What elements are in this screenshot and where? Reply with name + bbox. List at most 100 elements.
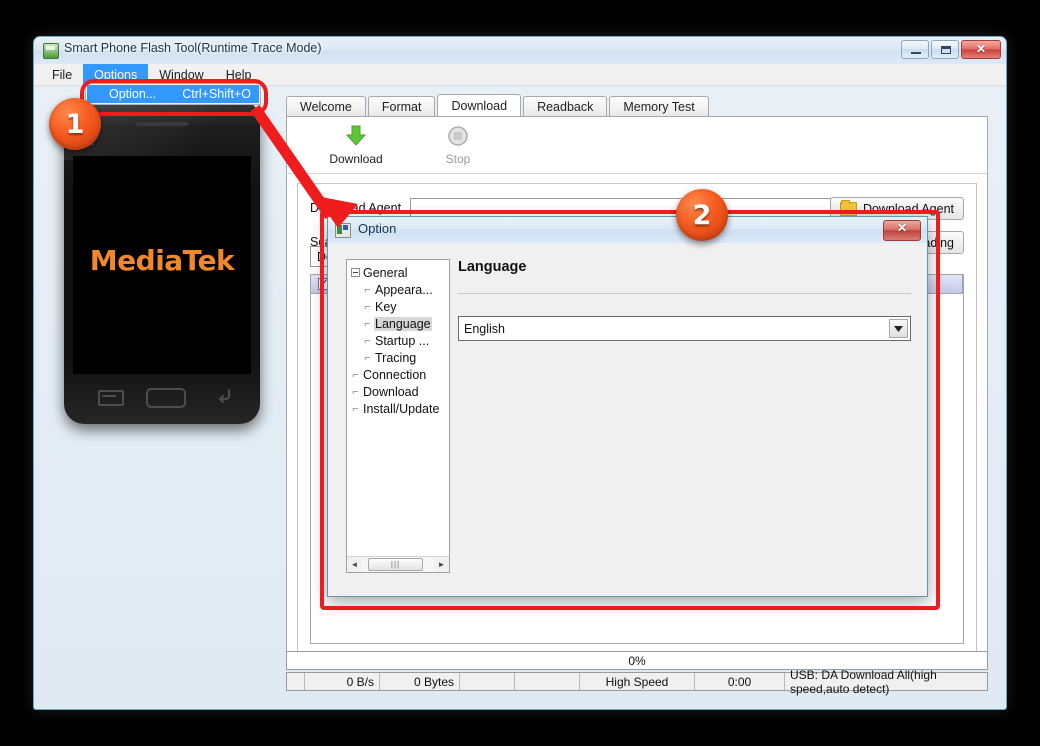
language-select-value: English <box>464 321 505 336</box>
tree-item-language[interactable]: ⌐ Language <box>349 315 449 332</box>
window-title: Smart Phone Flash Tool(Runtime Trace Mod… <box>64 41 322 55</box>
stop-button-label: Stop <box>445 152 471 166</box>
tree-item-key[interactable]: ⌐ Key <box>349 298 449 315</box>
tree-item-label: Connection <box>363 367 427 382</box>
stop-circle-icon <box>415 123 501 149</box>
progress-label: 0% <box>628 653 646 668</box>
window-titlebar: Smart Phone Flash Tool(Runtime Trace Mod… <box>34 37 1006 64</box>
tree-item-label: General <box>363 265 408 280</box>
tree-dash-icon: ⌐ <box>364 300 371 313</box>
tabstrip: Welcome Format Download Readback Memory … <box>286 94 711 117</box>
download-button[interactable]: Download <box>313 123 399 166</box>
tree-item-label: Key <box>375 299 397 314</box>
tree-item-label: Install/Update <box>363 401 440 416</box>
option-dialog-titlebar: Option ✕ <box>328 217 927 244</box>
download-arrow-icon <box>313 123 399 149</box>
download-agent-label: Download Agent <box>310 201 402 215</box>
annotation-badge-1: 1 <box>49 98 101 150</box>
menu-icon <box>98 390 124 406</box>
tree-item-download[interactable]: ⌐ Download <box>349 383 449 400</box>
app-icon <box>43 43 59 59</box>
tree-item-label: Tracing <box>375 350 417 365</box>
badge-number: 2 <box>692 199 712 231</box>
back-icon <box>216 386 234 404</box>
status-bar: 0% 0 B/s 0 Bytes High Speed 0:00 USB: DA… <box>286 651 988 696</box>
tree-dash-icon: ⌐ <box>352 385 359 398</box>
status-cell-bytes: 0 Bytes <box>380 673 460 690</box>
close-icon: ✕ <box>896 221 908 235</box>
phone-screen: MediaTek <box>73 156 251 374</box>
tree-item-startup[interactable]: ⌐ Startup ... <box>349 332 449 349</box>
stop-button[interactable]: Stop <box>415 123 501 166</box>
tree-item-label: Download <box>363 384 419 399</box>
window-controls: ✕ <box>901 40 1001 59</box>
tab-download[interactable]: Download <box>437 94 522 117</box>
close-icon: ✕ <box>975 42 987 56</box>
tree-item-general[interactable]: General <box>349 264 449 281</box>
menu-item-option-accelerator: Ctrl+Shift+O <box>182 87 251 101</box>
status-cell-4 <box>515 673 580 690</box>
tab-readback[interactable]: Readback <box>523 96 608 117</box>
tree-dash-icon: ⌐ <box>364 317 371 330</box>
scroll-right-icon[interactable]: ► <box>434 557 449 572</box>
maximize-icon <box>941 46 951 54</box>
status-cell-elapsed: 0:00 <box>695 673 785 690</box>
scroll-left-icon[interactable]: ◄ <box>347 557 362 572</box>
option-dialog-icon <box>335 223 351 238</box>
option-detail-pane: Language English <box>458 259 911 580</box>
tree-item-label: Appeara... <box>375 282 433 297</box>
screenshot-root: Smart Phone Flash Tool(Runtime Trace Mod… <box>0 0 1040 746</box>
menu-window[interactable]: Window <box>148 64 214 85</box>
options-menu-dropdown: Option... Ctrl+Shift+O <box>85 83 261 105</box>
tree-dash-icon: ⌐ <box>364 334 371 347</box>
home-icon <box>146 388 186 408</box>
chevron-down-icon[interactable] <box>889 319 908 338</box>
phone-preview-panel: BM MediaTek <box>52 94 267 484</box>
status-cell-mode: USB: DA Download All(high speed,auto det… <box>790 667 937 696</box>
option-dialog-close-button[interactable]: ✕ <box>883 220 921 241</box>
tree-dash-icon: ⌐ <box>364 351 371 364</box>
download-button-label: Download <box>329 152 383 166</box>
download-toolbar: Download Stop <box>287 117 987 174</box>
option-dialog: Option ✕ General ⌐ Appeara... ⌐ Key ⌐ La… <box>327 216 928 597</box>
tree-item-label: Startup ... <box>375 333 430 348</box>
phone-mockup: BM MediaTek <box>64 100 260 424</box>
tab-format[interactable]: Format <box>367 96 436 117</box>
option-pane-heading: Language <box>458 259 527 275</box>
menu-file[interactable]: File <box>41 64 83 85</box>
expander-minus-icon[interactable] <box>349 268 362 277</box>
tree-dash-icon: ⌐ <box>364 283 371 296</box>
tree-item-connection[interactable]: ⌐ Connection <box>349 366 449 383</box>
status-cell-0 <box>287 673 305 690</box>
tab-memory-test[interactable]: Memory Test <box>609 96 709 117</box>
phone-softkeys <box>64 384 260 410</box>
status-cell-usb-speed: High Speed <box>580 673 695 690</box>
menu-item-option[interactable]: Option... Ctrl+Shift+O <box>87 85 259 103</box>
menu-options[interactable]: Options <box>83 64 149 85</box>
annotation-badge-2: 2 <box>676 189 728 241</box>
badge-number: 1 <box>65 108 85 140</box>
download-agent-browse-label: Download Agent <box>862 201 954 216</box>
tree-item-appearance[interactable]: ⌐ Appeara... <box>349 281 449 298</box>
tree-dash-icon: ⌐ <box>352 368 359 381</box>
language-select[interactable]: English <box>458 316 911 341</box>
scrollbar-track[interactable]: ||| <box>362 557 434 572</box>
phone-speaker-icon <box>136 122 188 126</box>
divider <box>458 293 911 294</box>
menu-item-option-label: Option... <box>109 87 157 101</box>
maximize-button[interactable] <box>931 40 959 59</box>
tree-item-label: Language <box>374 316 432 331</box>
option-category-tree[interactable]: General ⌐ Appeara... ⌐ Key ⌐ Language ⌐ … <box>346 259 450 573</box>
scrollbar-thumb[interactable]: ||| <box>368 558 423 571</box>
menu-help[interactable]: Help <box>215 64 263 85</box>
mediatek-logo: MediaTek <box>89 244 235 277</box>
tree-item-install-update[interactable]: ⌐ Install/Update <box>349 400 449 417</box>
tree-dash-icon: ⌐ <box>352 402 359 415</box>
tree-horizontal-scrollbar[interactable]: ◄ ||| ► <box>347 556 449 572</box>
tree-item-tracing[interactable]: ⌐ Tracing <box>349 349 449 366</box>
option-dialog-title: Option <box>358 221 397 236</box>
close-button[interactable]: ✕ <box>961 40 1001 59</box>
tab-welcome[interactable]: Welcome <box>286 96 366 117</box>
minimize-button[interactable] <box>901 40 929 59</box>
option-tree-items: General ⌐ Appeara... ⌐ Key ⌐ Language ⌐ … <box>347 260 449 556</box>
